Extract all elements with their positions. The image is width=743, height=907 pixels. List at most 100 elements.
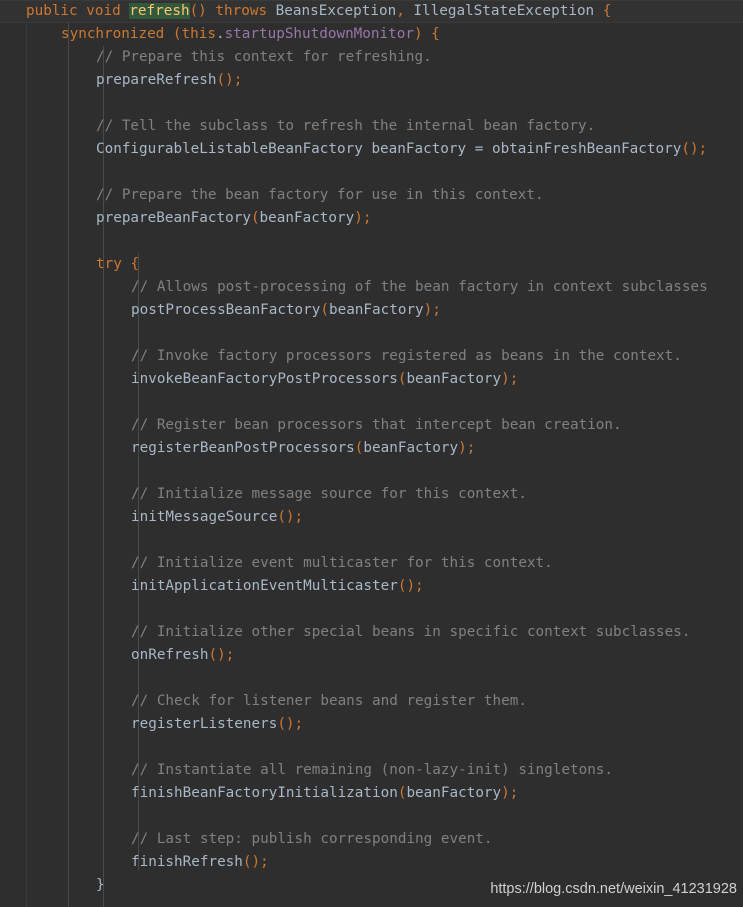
code-line[interactable]: // Last step: publish corresponding even… [0,828,743,851]
code-token: // Tell the subclass to refresh the inte… [96,118,596,134]
code-line[interactable]: invokeBeanFactoryPostProcessors(beanFact… [0,368,743,391]
code-token: startupShutdownMonitor [224,26,414,42]
code-token: ); [501,785,519,801]
code-token: finishBeanFactoryInitialization [131,785,398,801]
code-line[interactable]: // Register bean processors that interce… [0,414,743,437]
code-token: finishRefresh [131,854,243,870]
code-token: . [215,26,225,42]
code-token: onRefresh [131,647,209,663]
code-editor[interactable]: public void refresh() throws BeansExcept… [0,0,743,907]
code-token: ( [172,26,182,42]
code-token: ); [501,371,519,387]
code-token: ) [413,26,423,42]
code-line[interactable]: prepareRefresh(); [0,69,743,92]
code-token: // Invoke factory processors registered … [131,348,682,364]
code-token: beanFactory [362,141,475,157]
code-token: void [86,3,121,19]
code-token: beanFactory [363,440,459,456]
code-line[interactable] [0,736,743,759]
code-line[interactable]: try { [0,253,743,276]
code-token: // Instantiate all remaining (non-lazy-i… [131,762,614,778]
code-token: // Initialize other special beans in spe… [131,624,691,640]
code-line[interactable]: finishBeanFactoryInitialization(beanFact… [0,782,743,805]
code-token: (); [681,141,708,157]
code-token: // Initialize event multicaster for this… [131,555,553,571]
code-token: initMessageSource [131,509,278,525]
code-token: // Last step: publish corresponding even… [131,831,493,847]
code-token: beanFactory [406,371,502,387]
code-line[interactable]: finishRefresh(); [0,851,743,874]
code-token: (); [242,854,269,870]
code-token: // Prepare this context for refreshing. [96,49,432,65]
code-line[interactable]: prepareBeanFactory(beanFactory); [0,207,743,230]
code-token: } [96,877,105,893]
code-line[interactable] [0,161,743,184]
code-token: // Prepare the bean factory for use in t… [96,187,544,203]
code-token: ConfigurableListableBeanFactory [96,141,363,157]
code-line[interactable]: registerBeanPostProcessors(beanFactory); [0,437,743,460]
code-token: refresh [129,3,190,19]
code-line[interactable]: initMessageSource(); [0,506,743,529]
code-token: beanFactory [259,210,355,226]
code-token: // Allows post-processing of the bean fa… [131,279,708,295]
code-line[interactable] [0,230,743,253]
code-token: ( [320,302,329,318]
code-token: (); [277,509,304,525]
code-line[interactable]: // Instantiate all remaining (non-lazy-i… [0,759,743,782]
code-token: try [96,256,122,272]
code-line[interactable]: registerListeners(); [0,713,743,736]
code-line[interactable]: public void refresh() throws BeansExcept… [0,0,743,23]
code-token: // Check for listener beans and register… [131,693,527,709]
code-token: IllegalStateException [413,3,595,19]
code-token: beanFactory [406,785,502,801]
code-token: () [189,3,207,19]
code-line[interactable] [0,92,743,115]
code-line[interactable]: // Initialize event multicaster for this… [0,552,743,575]
code-line[interactable]: ConfigurableListableBeanFactory beanFact… [0,138,743,161]
code-token: throws [215,3,268,19]
code-token: { [431,26,440,42]
code-token: synchronized [61,26,165,42]
code-line[interactable] [0,667,743,690]
code-token: ); [354,210,372,226]
code-token: public [26,3,78,19]
code-line[interactable]: initApplicationEventMulticaster(); [0,575,743,598]
code-token: (); [208,647,235,663]
code-token: (); [216,72,243,88]
code-line[interactable] [0,391,743,414]
code-line[interactable] [0,598,743,621]
code-line[interactable]: // Invoke factory processors registered … [0,345,743,368]
code-token: prepareRefresh [96,72,217,88]
code-token: ); [423,302,441,318]
code-line[interactable]: // Tell the subclass to refresh the inte… [0,115,743,138]
code-line[interactable]: // Allows post-processing of the bean fa… [0,276,743,299]
code-line[interactable]: // Initialize other special beans in spe… [0,621,743,644]
code-line[interactable] [0,805,743,828]
code-content[interactable]: public void refresh() throws BeansExcept… [0,0,743,897]
code-line[interactable] [0,322,743,345]
watermark-url: https://blog.csdn.net/weixin_41231928 [490,881,737,897]
code-token: BeansException [275,3,397,19]
code-token: obtainFreshBeanFactory [483,141,682,157]
code-token: initApplicationEventMulticaster [131,578,398,594]
code-line[interactable]: // Prepare the bean factory for use in t… [0,184,743,207]
code-token: ); [458,440,476,456]
code-token: prepareBeanFactory [96,210,251,226]
code-line[interactable]: // Prepare this context for refreshing. [0,46,743,69]
code-line[interactable] [0,529,743,552]
code-token: { [602,3,612,19]
code-token: ( [250,210,260,226]
code-line[interactable]: // Check for listener beans and register… [0,690,743,713]
code-line[interactable]: synchronized (this.startupShutdownMonito… [0,23,743,46]
code-line[interactable] [0,460,743,483]
code-line[interactable]: // Initialize message source for this co… [0,483,743,506]
code-token: (); [277,716,304,732]
code-token: , [396,3,405,19]
code-line[interactable]: postProcessBeanFactory(beanFactory); [0,299,743,322]
code-line[interactable]: onRefresh(); [0,644,743,667]
code-token: beanFactory [328,302,424,318]
